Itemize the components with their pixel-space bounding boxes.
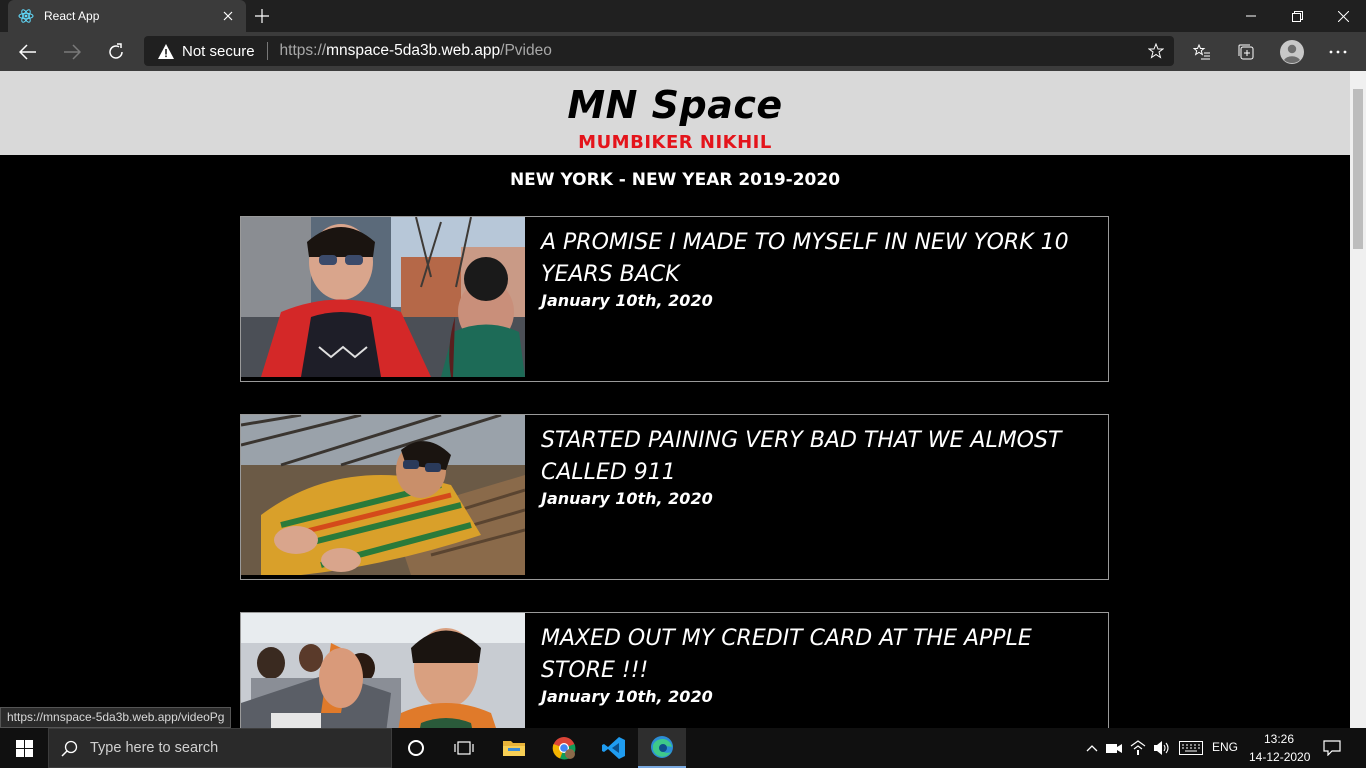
chrome-icon[interactable] xyxy=(540,728,588,768)
site-brand[interactable]: MN Space xyxy=(0,83,1350,127)
security-label[interactable]: Not secure xyxy=(182,43,255,60)
page-viewport: MN Space MUMBIKER NIKHIL NEW YORK - NEW … xyxy=(0,71,1350,728)
video-date: January 10th, 2020 xyxy=(541,291,713,310)
task-view-icon[interactable] xyxy=(440,728,488,768)
video-thumbnail[interactable] xyxy=(241,613,525,728)
keyboard-icon[interactable] xyxy=(1178,738,1204,758)
edge-icon[interactable] xyxy=(638,728,686,768)
taskbar-search-box[interactable]: Type here to search xyxy=(48,728,392,768)
video-title[interactable]: STARTED PAINING VERY BAD THAT WE ALMOST … xyxy=(541,425,1106,489)
restore-icon[interactable] xyxy=(1274,0,1320,32)
tab-title: React App xyxy=(44,9,100,23)
new-tab-icon[interactable] xyxy=(250,4,274,28)
video-card[interactable]: MAXED OUT MY CREDIT CARD AT THE APPLE ST… xyxy=(240,612,1109,728)
address-bar[interactable]: Not secure https://mnspace-5da3b.web.app… xyxy=(144,36,1174,66)
link-status-tooltip: https://mnspace-5da3b.web.app/videoPg xyxy=(0,707,232,728)
chevron-up-icon[interactable] xyxy=(1082,738,1102,758)
notifications-icon[interactable] xyxy=(1322,738,1342,758)
close-window-icon[interactable] xyxy=(1320,0,1366,32)
url-text[interactable]: https://mnspace-5da3b.web.app/Pvideo xyxy=(280,42,552,60)
favorites-list-icon[interactable] xyxy=(1186,36,1218,68)
forward-arrow-icon[interactable] xyxy=(56,36,88,68)
video-date: January 10th, 2020 xyxy=(541,687,713,706)
vscode-icon[interactable] xyxy=(590,728,638,768)
site-header: MN Space MUMBIKER NIKHIL xyxy=(0,71,1350,155)
profile-avatar-icon[interactable] xyxy=(1276,36,1308,68)
video-thumbnail[interactable] xyxy=(241,415,525,575)
file-explorer-icon[interactable] xyxy=(490,728,538,768)
site-tagline: MUMBIKER NIKHIL xyxy=(578,132,772,153)
address-divider xyxy=(266,42,268,60)
browser-toolbar: Not secure https://mnspace-5da3b.web.app… xyxy=(0,32,1366,71)
windows-taskbar: Type here to search ENG 13:26 14-12-2020 xyxy=(0,728,1366,768)
cortana-icon[interactable] xyxy=(392,728,440,768)
windows-start-icon[interactable] xyxy=(0,728,48,768)
scrollbar-thumb[interactable] xyxy=(1353,89,1363,249)
back-arrow-icon[interactable] xyxy=(12,36,44,68)
video-card[interactable]: STARTED PAINING VERY BAD THAT WE ALMOST … xyxy=(240,414,1109,580)
section-title: NEW YORK - NEW YEAR 2019-2020 xyxy=(509,170,841,190)
clock-time[interactable]: 13:26 xyxy=(1264,732,1294,746)
video-title[interactable]: MAXED OUT MY CREDIT CARD AT THE APPLE ST… xyxy=(541,623,1106,687)
page-scrollbar[interactable] xyxy=(1350,71,1366,728)
network-icon[interactable] xyxy=(1128,738,1148,758)
tab-strip: React App xyxy=(0,0,1366,32)
search-icon xyxy=(61,740,78,757)
volume-icon[interactable] xyxy=(1152,738,1172,758)
search-placeholder: Type here to search xyxy=(90,740,219,756)
react-logo-icon xyxy=(18,8,34,24)
more-menu-icon[interactable] xyxy=(1322,36,1354,68)
video-title[interactable]: A PROMISE I MADE TO MYSELF IN NEW YORK 1… xyxy=(541,227,1106,291)
minimize-icon[interactable] xyxy=(1228,0,1274,32)
close-tab-icon[interactable] xyxy=(216,4,240,28)
video-date: January 10th, 2020 xyxy=(541,489,713,508)
browser-tab[interactable]: React App xyxy=(8,0,246,32)
clock-date[interactable]: 14-12-2020 xyxy=(1249,750,1310,764)
favorite-star-icon[interactable] xyxy=(1147,42,1165,59)
meet-now-icon[interactable] xyxy=(1104,738,1124,758)
refresh-icon[interactable] xyxy=(100,36,132,68)
video-thumbnail[interactable] xyxy=(241,217,525,377)
language-indicator[interactable]: ENG xyxy=(1212,740,1238,754)
warning-icon xyxy=(158,43,174,59)
video-card[interactable]: A PROMISE I MADE TO MYSELF IN NEW YORK 1… xyxy=(240,216,1109,382)
collections-icon[interactable] xyxy=(1230,36,1262,68)
